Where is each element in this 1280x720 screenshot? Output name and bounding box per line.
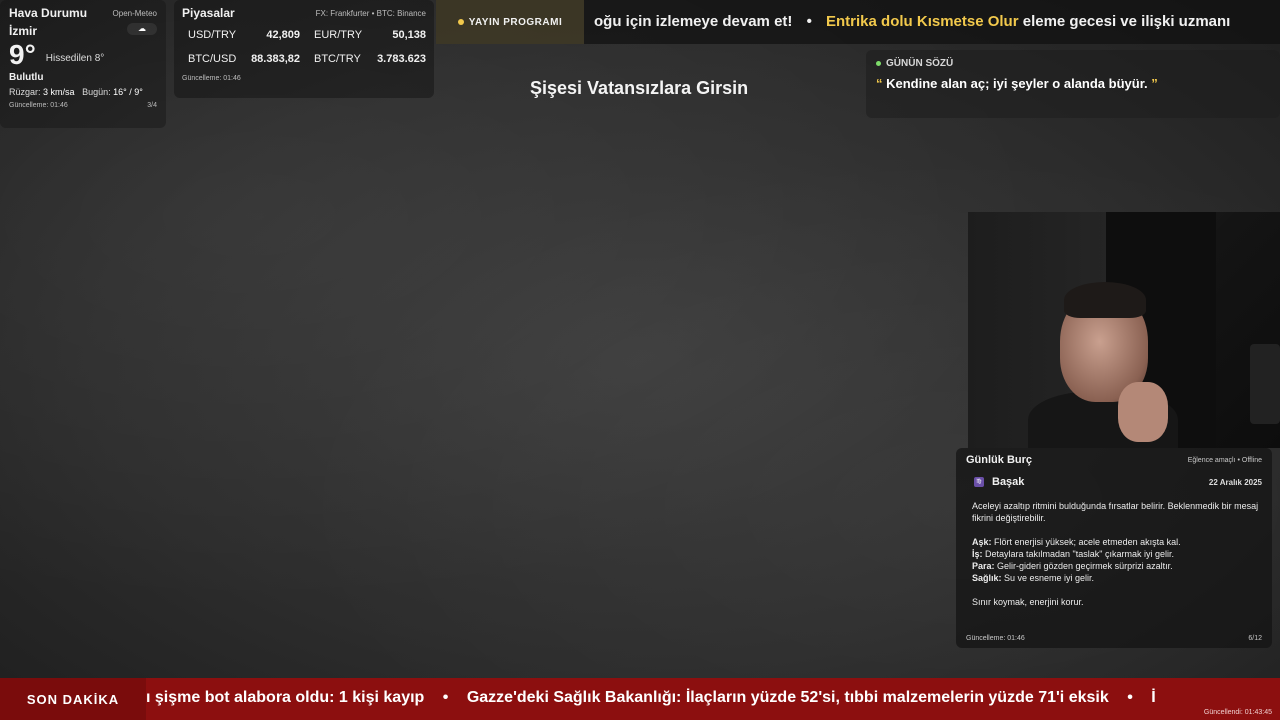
weather-temperature: 9° [9, 39, 36, 70]
cloud-icon: ☁ [127, 23, 157, 35]
horoscope-work: İş: Detaylara takılmadan "taslak" çıkarm… [972, 548, 1262, 560]
horoscope-widget: Günlük Burç Eğlence amaçlı • Offline ♍ B… [956, 448, 1272, 648]
rate-value: 42,809 [266, 29, 300, 41]
breaking-item: Gazze'deki Sağlık Bakanlığı: İlaçların y… [466, 689, 1109, 706]
top-ticker: YAYIN PROGRAMI oğu için izlemeye devam e… [436, 0, 1280, 44]
quote-header: GÜNÜN SÖZÜ [886, 58, 954, 69]
quote-dot-icon [876, 61, 881, 66]
horoscope-closing: Sınır koymak, enerjini korur. [972, 597, 1084, 607]
markets-source: FX: Frankfurter • BTC: Binance [315, 8, 426, 18]
breaking-item: ı şişme bot alabora oldu: 1 kişi kayıp [146, 689, 425, 706]
horoscope-sign: ♍ Başak [974, 476, 1024, 488]
weather-page: 3/4 [147, 102, 157, 109]
breaking-label: SON DAKİKA [0, 678, 146, 720]
breaking-separator: • [1127, 689, 1133, 706]
rate-value: 3.783.623 [377, 53, 426, 65]
streamer-hair [1064, 282, 1146, 318]
streamer-hand [1118, 382, 1168, 442]
ticker-separator: • [806, 13, 812, 30]
work-text: Detaylara takılmadan "taslak" çıkarmak i… [982, 549, 1174, 559]
stream-title: Şişesi Vatansızlara Girsin [530, 78, 749, 98]
quote-widget: GÜNÜN SÖZÜ “ Kendine alan aç; iyi şeyler… [866, 50, 1280, 118]
breaking-separator: • [442, 689, 449, 706]
rate-usd-try: USD/TRY 42,809 [188, 29, 300, 41]
horoscope-intro: Aceleyi azaltıp ritmini bulduğunda fırsa… [972, 501, 1259, 523]
quote-text: Kendine alan aç; iyi şeyler o alanda büy… [882, 76, 1152, 91]
horoscope-body: Aceleyi azaltıp ritmini bulduğunda fırsa… [966, 500, 1262, 608]
rate-btc-usd: BTC/USD 88.383,82 [188, 53, 300, 65]
horoscope-note: Eğlence amaçlı • Offline [1187, 456, 1262, 464]
love-label: Aşk: [972, 537, 992, 547]
horoscope-sign-name: Başak [992, 476, 1025, 488]
virgo-icon: ♍ [974, 477, 984, 487]
health-label: Sağlık: [972, 573, 1002, 583]
weather-details: Rüzgar: 3 km/sa Bugün: 16° / 9° [9, 87, 157, 97]
horoscope-health: Sağlık: Su ve esneme iyi gelir. [972, 572, 1262, 584]
weather-title: Hava Durumu [9, 6, 88, 20]
horoscope-love: Aşk: Flört enerjisi yüksek; acele etmede… [972, 536, 1262, 548]
health-text: Su ve esneme iyi gelir. [1001, 573, 1095, 583]
top-ticker-track: oğu için izlemeye devam et! • Entrika do… [594, 13, 1230, 30]
ticker-text-after: eleme gecesi ve ilişki uzmanı [1018, 13, 1231, 30]
weather-widget: Hava Durumu Open-Meteo İzmir ☁ 9° Hissed… [0, 0, 166, 128]
today-value: 16° / 9° [113, 87, 143, 97]
breaking-news-ticker: SON DAKİKA ı şişme bot alabora oldu: 1 k… [0, 678, 1280, 720]
rate-value: 88.383,82 [251, 53, 300, 65]
ticker-highlight: Entrika dolu Kısmetse Olur [826, 13, 1019, 30]
schedule-dot-icon [457, 19, 464, 25]
rate-pair: EUR/TRY [314, 29, 363, 41]
markets-widget: Piyasalar FX: Frankfurter • BTC: Binance… [174, 0, 434, 98]
markets-title: Piyasalar [182, 6, 235, 20]
weather-updated: Güncelleme: 01:46 [9, 102, 68, 109]
love-text: Flört enerjisi yüksek; acele etmeden akı… [991, 537, 1181, 547]
today-label: Bugün: [82, 87, 111, 97]
rate-btc-try: BTC/TRY 3.783.623 [314, 53, 426, 65]
breaking-updated: Güncellendi: 01:43:45 [1203, 709, 1272, 716]
rate-pair: USD/TRY [188, 29, 237, 41]
weather-source: Open-Meteo [112, 8, 157, 18]
money-label: Para: [972, 561, 995, 571]
weather-feels-like: Hissedilen 8° [45, 52, 105, 64]
horoscope-title: Günlük Burç [966, 454, 1033, 466]
rate-pair: BTC/TRY [314, 53, 361, 65]
quote-close-mark: ” [1151, 76, 1158, 91]
schedule-tab[interactable]: YAYIN PROGRAMI [436, 0, 584, 44]
breaking-track: ı şişme bot alabora oldu: 1 kişi kayıp •… [146, 689, 1156, 707]
schedule-label: YAYIN PROGRAMI [468, 16, 563, 28]
horoscope-page: 6/12 [1248, 635, 1262, 642]
ticker-text: oğu için izlemeye devam et! [594, 13, 793, 30]
quote-text-line: “ Kendine alan aç; iyi şeyler o alanda b… [876, 76, 1270, 91]
horoscope-updated: Güncelleme: 01:46 [966, 635, 1025, 642]
weather-condition: Bulutlu [9, 72, 44, 83]
horoscope-date: 22 Aralık 2025 [1208, 477, 1262, 487]
wind-label: Rüzgar: [9, 87, 41, 97]
rate-value: 50,138 [392, 29, 426, 41]
weather-city: İzmir [9, 24, 38, 38]
wind-value: 3 km/sa [43, 87, 75, 97]
markets-updated: Güncelleme: 01:46 [182, 75, 241, 82]
rate-eur-try: EUR/TRY 50,138 [314, 29, 426, 41]
microphone [1250, 344, 1280, 424]
horoscope-money: Para: Gelir-gideri gözden geçirmek sürpr… [972, 560, 1262, 572]
webcam-feed [968, 212, 1280, 448]
rate-pair: BTC/USD [188, 53, 237, 65]
work-label: İş: [972, 549, 983, 559]
breaking-item: İ [1151, 689, 1156, 706]
money-text: Gelir-gideri gözden geçirmek sürprizi az… [994, 561, 1173, 571]
